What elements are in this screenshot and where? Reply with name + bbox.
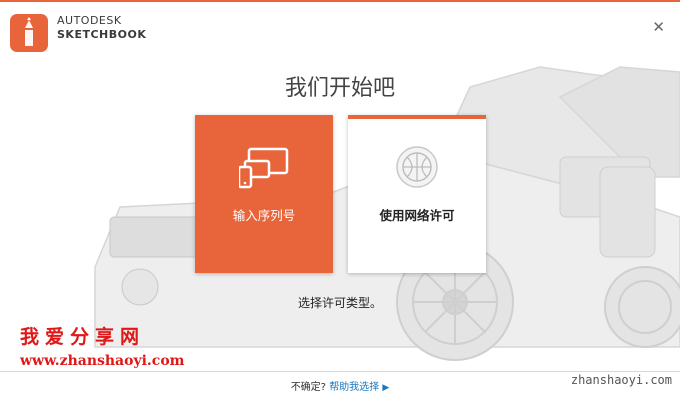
close-icon[interactable]: ✕	[652, 20, 665, 35]
brand-line2: SKETCHBOOK	[57, 28, 147, 41]
license-type-prompt: 选择许可类型。	[297, 296, 382, 310]
network-license-label: 使用网络许可	[379, 208, 455, 223]
play-arrow-icon[interactable]: ▶	[382, 383, 389, 393]
help-me-choose-link[interactable]: 帮助我选择	[329, 382, 379, 393]
network-license-card[interactable]: 使用网络许可	[348, 115, 486, 273]
globe-icon	[396, 146, 438, 188]
watermark-text: 我爱分享网	[20, 326, 146, 348]
sketchbook-logo	[10, 14, 48, 52]
license-window: AUTODESK SKETCHBOOK ✕ 我们开始吧 输入序列号 使用网络许可…	[0, 0, 680, 395]
page-title: 我们开始吧	[284, 76, 395, 101]
watermark-url: www.zhanshaoyi.com	[20, 353, 185, 369]
footer-bar: 不确定? 帮助我选择 ▶ zhanshaoyi.com	[0, 371, 680, 395]
unsure-text: 不确定?	[290, 382, 326, 393]
serial-number-label: 输入序列号	[232, 208, 296, 223]
brand-line1: AUTODESK	[57, 14, 122, 27]
watermark-corner: zhanshaoyi.com	[570, 373, 672, 387]
brand-name: AUTODESK SKETCHBOOK	[57, 15, 146, 40]
devices-icon	[239, 147, 289, 189]
serial-number-card[interactable]: 输入序列号	[195, 115, 333, 273]
